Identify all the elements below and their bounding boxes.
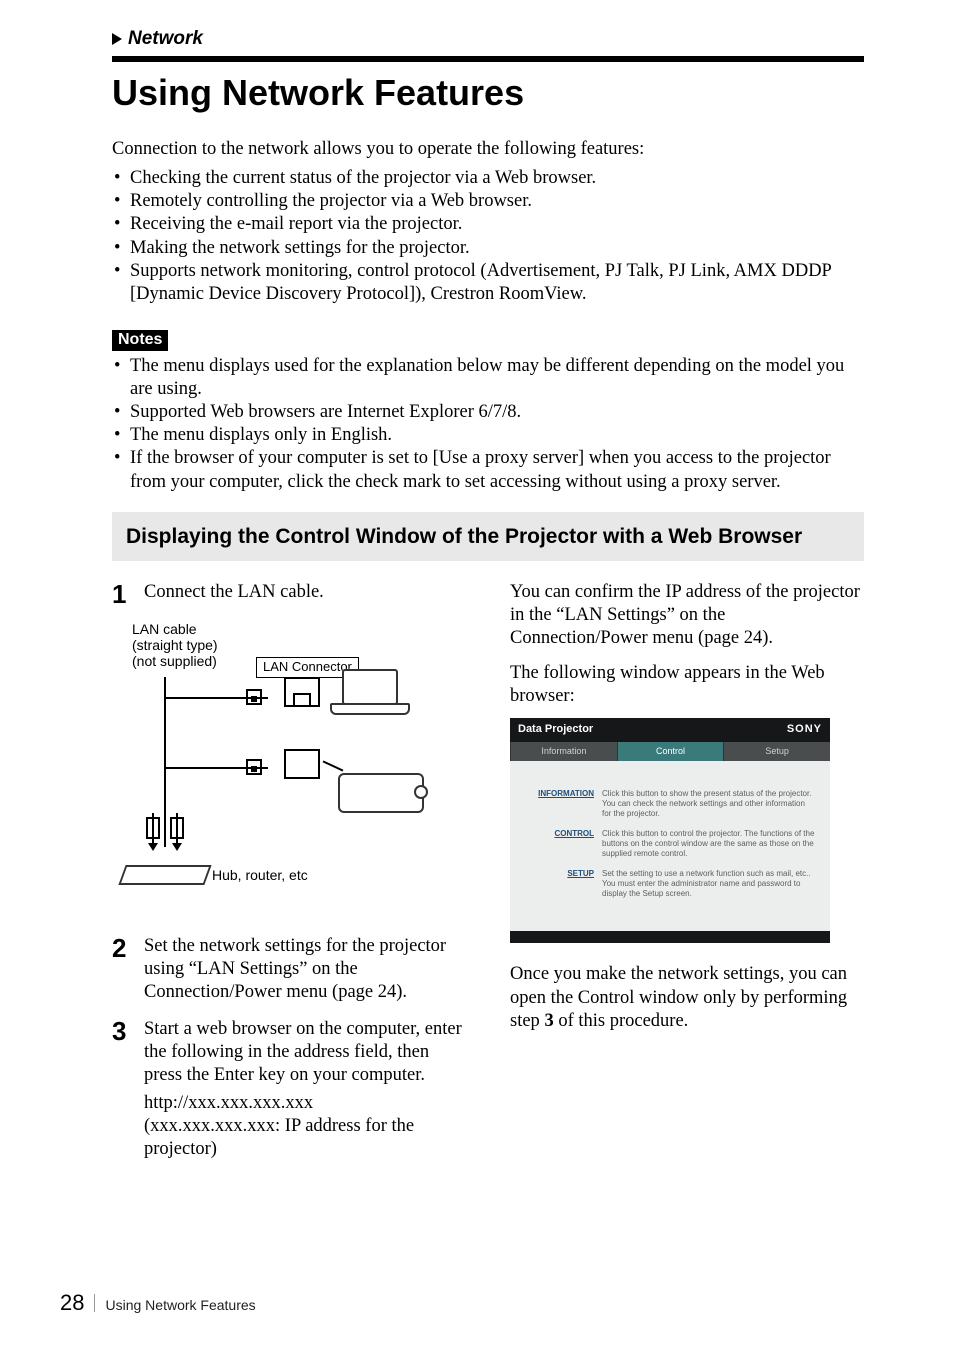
page-footer: 28 Using Network Features: [60, 1290, 256, 1316]
browser-row-key: SETUP: [524, 869, 594, 899]
diagram-label-lan-cable: LAN cable (straight type) (not supplied): [132, 621, 242, 669]
right-paragraph: Once you make the network settings, you …: [510, 963, 864, 1032]
list-item: Checking the current status of the proje…: [112, 167, 864, 190]
lan-port-icon: [284, 677, 320, 707]
projector-icon: [338, 773, 424, 813]
right-paragraph: You can confirm the IP address of the pr…: [510, 581, 864, 650]
step-1: 1 Connect the LAN cable.: [112, 581, 466, 607]
diagram-label-hub: Hub, router, etc: [212, 867, 308, 883]
page: Network Using Network Features Connectio…: [0, 0, 954, 1352]
page-title: Using Network Features: [112, 72, 864, 114]
plug-icon: [170, 817, 184, 839]
browser-titlebar: Data Projector SONY: [510, 718, 830, 742]
diagram-line: [164, 677, 166, 847]
plug-icon: [146, 817, 160, 839]
browser-tab-control: Control: [617, 742, 724, 761]
breadcrumb: Network: [112, 28, 864, 50]
step-url: http://xxx.xxx.xxx.xxx: [144, 1092, 466, 1115]
list-item: Making the network settings for the proj…: [112, 237, 864, 260]
step-2: 2 Set the network settings for the proje…: [112, 935, 466, 1004]
browser-app-title: Data Projector: [518, 723, 593, 737]
notes-list: The menu displays used for the explanati…: [112, 355, 864, 494]
breadcrumb-label: Network: [128, 28, 203, 50]
ethernet-plug-icon: [246, 689, 262, 705]
list-item: The menu displays used for the explanati…: [112, 355, 864, 401]
list-item: The menu displays only in English.: [112, 424, 864, 447]
section-rule: [112, 56, 864, 62]
left-column: 1 Connect the LAN cable. LAN cable (stra…: [112, 581, 466, 1175]
breadcrumb-arrow-icon: [112, 33, 122, 45]
browser-row: SETUP Set the setting to use a network f…: [524, 869, 816, 899]
browser-row-desc: Click this button to control the project…: [602, 829, 816, 859]
subheading-box: Displaying the Control Window of the Pro…: [112, 512, 864, 561]
step-3: 3 Start a web browser on the computer, e…: [112, 1018, 466, 1161]
list-item: Supported Web browsers are Internet Expl…: [112, 401, 864, 424]
bold-step-ref: 3: [544, 1011, 553, 1031]
browser-row: INFORMATION Click this button to show th…: [524, 789, 816, 819]
browser-tab-setup: Setup: [723, 742, 830, 761]
text-run: of this procedure.: [554, 1011, 689, 1031]
laptop-icon: [342, 669, 422, 723]
list-item: If the browser of your computer is set t…: [112, 447, 864, 493]
step-url-note: (xxx.xxx.xxx.xxx: IP address for the pro…: [144, 1116, 414, 1159]
notes-badge: Notes: [112, 330, 168, 351]
intro-text: Connection to the network allows you to …: [112, 138, 864, 161]
lan-port-icon: [284, 749, 320, 779]
step-text: Connect the LAN cable.: [144, 581, 466, 607]
browser-row-key: INFORMATION: [524, 789, 594, 819]
list-item: Remotely controlling the projector via a…: [112, 190, 864, 213]
right-paragraph: The following window appears in the Web …: [510, 662, 864, 708]
step-text: Set the network settings for the project…: [144, 935, 466, 1004]
subheading: Displaying the Control Window of the Pro…: [126, 524, 850, 549]
browser-body: INFORMATION Click this button to show th…: [510, 761, 830, 931]
step-number: 3: [112, 1018, 130, 1161]
feature-list: Checking the current status of the proje…: [112, 167, 864, 306]
footer-title: Using Network Features: [105, 1297, 255, 1313]
step-number: 2: [112, 935, 130, 1004]
brand-logo: SONY: [787, 723, 822, 737]
two-column-layout: 1 Connect the LAN cable. LAN cable (stra…: [112, 581, 864, 1175]
browser-footer-bar: [510, 931, 830, 943]
browser-tab-information: Information: [510, 742, 617, 761]
browser-row-desc: Click this button to show the present st…: [602, 789, 816, 819]
connection-diagram: LAN cable (straight type) (not supplied)…: [116, 621, 436, 921]
browser-row-key: CONTROL: [524, 829, 594, 859]
footer-divider: [94, 1294, 95, 1312]
browser-tabs: Information Control Setup: [510, 742, 830, 761]
browser-row-desc: Set the setting to use a network functio…: [602, 869, 816, 899]
list-item: Supports network monitoring, control pro…: [112, 260, 864, 306]
step-text: Start a web browser on the computer, ent…: [144, 1019, 462, 1085]
hub-icon: [118, 865, 211, 885]
browser-screenshot: Data Projector SONY Information Control …: [510, 718, 830, 943]
page-number: 28: [60, 1290, 84, 1316]
right-column: You can confirm the IP address of the pr…: [510, 581, 864, 1175]
step-body: Start a web browser on the computer, ent…: [144, 1018, 466, 1161]
browser-row: CONTROL Click this button to control the…: [524, 829, 816, 859]
ethernet-plug-icon: [246, 759, 262, 775]
list-item: Receiving the e-mail report via the proj…: [112, 213, 864, 236]
step-number: 1: [112, 581, 130, 607]
diagram-line: [323, 760, 344, 771]
